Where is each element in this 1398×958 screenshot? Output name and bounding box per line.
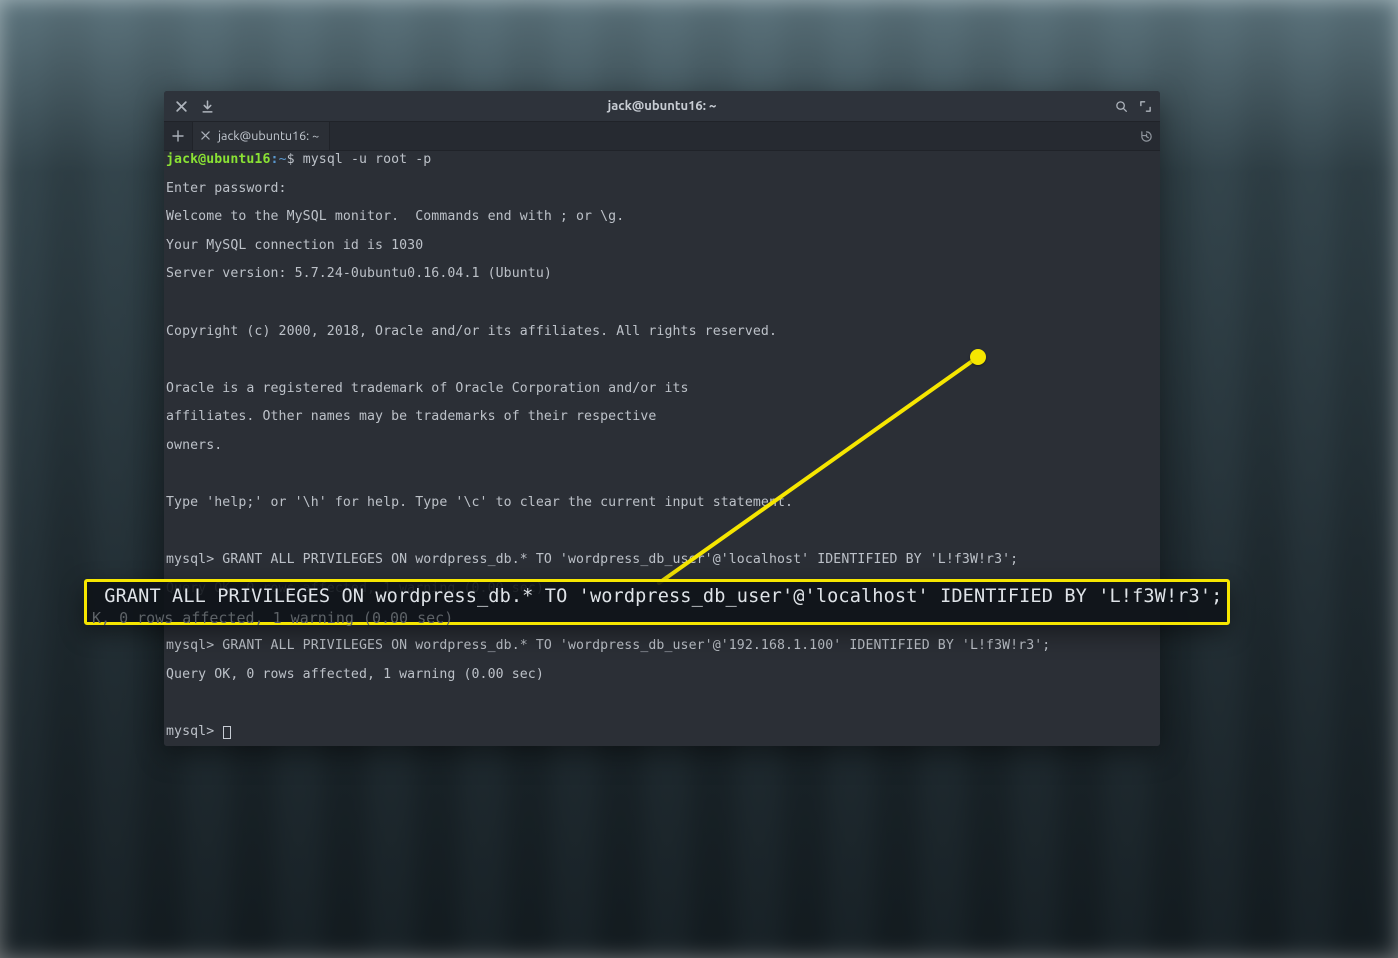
prompt-user-host: jack@ubuntu16 xyxy=(166,152,271,167)
window-titlebar: jack@ubuntu16: ~ xyxy=(164,91,1160,121)
fullscreen-button[interactable] xyxy=(1134,95,1156,117)
terminal-line: Query OK, 0 rows affected, 1 warning (0.… xyxy=(166,668,1160,682)
tab-active[interactable]: jack@ubuntu16: ~ xyxy=(193,122,330,150)
tabbar-spacer xyxy=(330,122,1132,150)
plus-icon xyxy=(172,130,184,142)
tab-bar: jack@ubuntu16: ~ xyxy=(164,121,1160,151)
download-icon xyxy=(201,100,214,113)
titlebar-right-controls xyxy=(1110,95,1160,117)
terminal-line xyxy=(166,468,1160,482)
terminal-line xyxy=(166,353,1160,367)
terminal-line: mysql> GRANT ALL PRIVILEGES ON wordpress… xyxy=(166,639,1160,653)
terminal-content[interactable]: jack@ubuntu16:~$ mysql -u root -p Enter … xyxy=(164,151,1160,746)
history-button[interactable] xyxy=(1132,122,1160,150)
mysql-prompt: mysql> xyxy=(166,724,222,739)
terminal-line xyxy=(166,296,1160,310)
window-title: jack@ubuntu16: ~ xyxy=(164,99,1160,113)
terminal-line: jack@ubuntu16:~$ mysql -u root -p xyxy=(166,153,1160,167)
terminal-line: Server version: 5.7.24-0ubuntu0.16.04.1 … xyxy=(166,267,1160,281)
annotation-anchor-dot xyxy=(970,349,986,365)
terminal-line: mysql> GRANT ALL PRIVILEGES ON wordpress… xyxy=(166,553,1160,567)
search-button[interactable] xyxy=(1110,95,1132,117)
expand-icon xyxy=(1139,100,1152,113)
terminal-line: Type 'help;' or '\h' for help. Type '\c'… xyxy=(166,496,1160,510)
terminal-line xyxy=(166,525,1160,539)
close-icon xyxy=(201,131,210,140)
terminal-line: mysql> xyxy=(166,725,1160,739)
cursor-icon xyxy=(223,726,231,739)
tab-close-button[interactable] xyxy=(201,129,210,143)
annotation-text: GRANT ALL PRIVILEGES ON wordpress_db.* T… xyxy=(87,582,1228,607)
terminal-window: jack@ubuntu16: ~ jack@ubuntu16: ~ jack@u… xyxy=(164,91,1160,746)
terminal-line: Enter password: xyxy=(166,182,1160,196)
new-tab-button[interactable] xyxy=(164,122,193,150)
terminal-line: Your MySQL connection id is 1030 xyxy=(166,239,1160,253)
prompt-command: mysql -u root -p xyxy=(303,152,432,167)
history-icon xyxy=(1140,130,1153,143)
terminal-line xyxy=(166,696,1160,710)
close-icon xyxy=(175,100,188,113)
search-icon xyxy=(1115,100,1128,113)
terminal-line: owners. xyxy=(166,439,1160,453)
terminal-line: affiliates. Other names may be trademark… xyxy=(166,410,1160,424)
titlebar-left-controls xyxy=(164,95,218,117)
close-window-button[interactable] xyxy=(170,95,192,117)
annotation-sub-fragment: K, 0 rows affected, 1 warning (0.00 sec) xyxy=(92,609,453,627)
prompt-path: ~ xyxy=(279,152,287,167)
terminal-line: Welcome to the MySQL monitor. Commands e… xyxy=(166,210,1160,224)
tab-label: jack@ubuntu16: ~ xyxy=(218,129,319,143)
download-button[interactable] xyxy=(196,95,218,117)
prompt-separator: : xyxy=(271,152,279,167)
prompt-dollar: $ xyxy=(287,152,295,167)
terminal-line: Oracle is a registered trademark of Orac… xyxy=(166,382,1160,396)
terminal-line: Copyright (c) 2000, 2018, Oracle and/or … xyxy=(166,325,1160,339)
